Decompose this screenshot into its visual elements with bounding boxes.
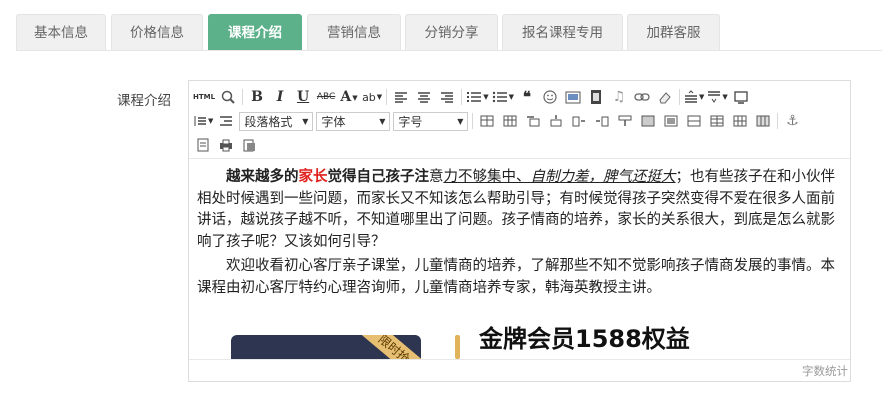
toolbar-divider xyxy=(461,89,463,105)
merge-right-icon[interactable] xyxy=(638,111,658,131)
font-family-value: 字体 xyxy=(321,114,346,129)
merge-down-icon[interactable] xyxy=(661,111,681,131)
editor-toolbar: HTML B I U ABC A ▼ ab ▼ ▼ ▼ ❝ ♫ ▼ ▼ ▼ 段落… xyxy=(189,81,850,159)
bold-text: 觉得自己孩子注 xyxy=(327,169,430,185)
toolbar-row-2: ▼ 段落格式 ▼ 字体 ▼ 字号 ▼ ⚓ xyxy=(193,110,805,132)
tab-marketing-info[interactable]: 营销信息 xyxy=(307,14,401,50)
course-intro-label: 课程介绍 xyxy=(117,93,171,109)
fullscreen-icon[interactable] xyxy=(731,87,751,107)
page-break-icon[interactable] xyxy=(193,135,213,155)
video-icon[interactable] xyxy=(586,87,606,107)
tab-basic-info[interactable]: 基本信息 xyxy=(16,14,106,50)
font-color-button[interactable]: A ▼ xyxy=(339,87,359,107)
paragraph-format-select[interactable]: 段落格式 ▼ xyxy=(239,111,314,131)
image-icon[interactable] xyxy=(563,87,583,107)
word-count-label: 字数统计 xyxy=(802,364,848,378)
font-size-value: 字号 xyxy=(398,114,423,129)
delete-col-icon[interactable] xyxy=(592,111,612,131)
bold-text: 越来越多的 xyxy=(226,169,299,185)
unordered-list-icon[interactable]: ▼ xyxy=(492,87,514,107)
chevron-down-icon: ▼ xyxy=(208,117,214,125)
back-color-button[interactable]: ab ▼ xyxy=(362,87,382,107)
underlined-italic-text: 自制力差，脾气还挺大 xyxy=(530,169,676,185)
underline-button[interactable]: U xyxy=(293,87,313,107)
chevron-down-icon: ▼ xyxy=(379,116,386,126)
align-center-icon[interactable] xyxy=(414,87,434,107)
insert-table-icon[interactable] xyxy=(477,111,497,131)
blockquote-icon[interactable]: ❝ xyxy=(517,87,537,107)
html-source-button[interactable]: HTML xyxy=(193,87,215,107)
tab-price-info[interactable]: 价格信息 xyxy=(111,14,203,50)
font-family-select[interactable]: 字体 ▼ xyxy=(316,111,391,131)
chevron-down-icon: ▼ xyxy=(698,93,705,101)
toolbar-row-1: HTML B I U ABC A ▼ ab ▼ ▼ ▼ ❝ ♫ ▼ ▼ xyxy=(193,86,754,108)
promo-banner: 限时抢 金牌会员1588权益 xyxy=(231,327,842,359)
delete-table-icon[interactable] xyxy=(500,111,520,131)
toolbar-divider xyxy=(472,113,474,129)
strikethrough-button[interactable]: ABC xyxy=(316,87,336,107)
chevron-down-icon: ▼ xyxy=(457,116,464,126)
align-left-icon[interactable] xyxy=(391,87,411,107)
rich-text-editor: HTML B I U ABC A ▼ ab ▼ ▼ ▼ ❝ ♫ ▼ ▼ ▼ 段落… xyxy=(188,80,851,382)
paste-text-icon[interactable] xyxy=(239,135,259,155)
tab-bar: 基本信息 价格信息 课程介绍 营销信息 分销分享 报名课程专用 加群客服 xyxy=(16,14,882,51)
chevron-down-icon: ▼ xyxy=(302,116,309,126)
chevron-down-icon: ▼ xyxy=(508,93,514,101)
table-props-icon[interactable] xyxy=(753,111,773,131)
font-color-label: A xyxy=(340,89,352,105)
anchor-icon[interactable]: ⚓ xyxy=(782,111,802,131)
chevron-down-icon: ▼ xyxy=(483,93,489,101)
tab-signup-course[interactable]: 报名课程专用 xyxy=(502,14,623,50)
paragraph-format-value: 段落格式 xyxy=(244,114,293,129)
tab-course-intro[interactable]: 课程介绍 xyxy=(208,14,302,50)
ordered-list-icon[interactable]: ▼ xyxy=(466,87,489,107)
tab-group-service[interactable]: 加群客服 xyxy=(627,14,720,50)
italic-button[interactable]: I xyxy=(270,87,290,107)
promo-image: 限时抢 xyxy=(231,335,421,359)
line-height-icon[interactable]: ▼ xyxy=(684,87,704,107)
bold-button[interactable]: B xyxy=(247,87,267,107)
print-icon[interactable] xyxy=(216,135,236,155)
table-caption-icon[interactable] xyxy=(523,111,543,131)
merge-cells-icon[interactable] xyxy=(615,111,635,131)
chevron-down-icon: ▼ xyxy=(722,93,728,101)
toolbar-divider xyxy=(242,89,244,105)
link-icon[interactable] xyxy=(632,87,652,107)
highlight-parents-text: 家长 xyxy=(298,169,328,185)
editor-statusbar: 字数统计 xyxy=(189,359,850,381)
insert-col-icon[interactable] xyxy=(569,111,589,131)
music-icon[interactable]: ♫ xyxy=(609,87,629,107)
editor-content[interactable]: 越来越多的家长觉得自己孩子注意力不够集中、自制力差，脾气还挺大；也有些孩子在和小… xyxy=(197,167,842,359)
body-text: 意 xyxy=(429,169,444,185)
toolbar-divider xyxy=(777,113,779,129)
font-size-select[interactable]: 字号 ▼ xyxy=(393,111,469,131)
chevron-down-icon: ▼ xyxy=(376,93,383,101)
intro-paragraph-2: 欢迎收看初心客厅亲子课堂，儿童情商的培养，了解那些不知不觉影响孩子情商发展的事情… xyxy=(197,258,835,296)
split-cells-icon[interactable] xyxy=(684,111,704,131)
insert-row-icon[interactable] xyxy=(546,111,566,131)
vertical-align-icon[interactable]: ▼ xyxy=(707,87,728,107)
underlined-text: 力不够集中、 xyxy=(443,169,531,185)
indent-icon[interactable] xyxy=(216,111,236,131)
eraser-icon[interactable] xyxy=(655,87,675,107)
emotion-icon[interactable] xyxy=(540,87,560,107)
preview-icon[interactable] xyxy=(218,87,238,107)
intro-paragraph-1: 越来越多的家长觉得自己孩子注意力不够集中、自制力差，脾气还挺大；也有些孩子在和小… xyxy=(197,167,842,253)
toolbar-row-3 xyxy=(193,134,262,156)
split-rows-icon[interactable] xyxy=(707,111,727,131)
promo-title: 金牌会员1588权益 xyxy=(479,325,690,353)
row-spacing-icon[interactable]: ▼ xyxy=(193,111,213,131)
toolbar-divider xyxy=(386,89,388,105)
split-cols-icon[interactable] xyxy=(730,111,750,131)
toolbar-divider xyxy=(678,89,680,105)
limited-ribbon: 限时抢 xyxy=(353,335,421,359)
chevron-down-icon: ▼ xyxy=(352,92,358,102)
align-right-icon[interactable] xyxy=(437,87,457,107)
back-color-label: ab xyxy=(362,90,376,104)
promo-accent-bar xyxy=(455,335,460,359)
tab-distribution-share[interactable]: 分销分享 xyxy=(405,14,498,50)
